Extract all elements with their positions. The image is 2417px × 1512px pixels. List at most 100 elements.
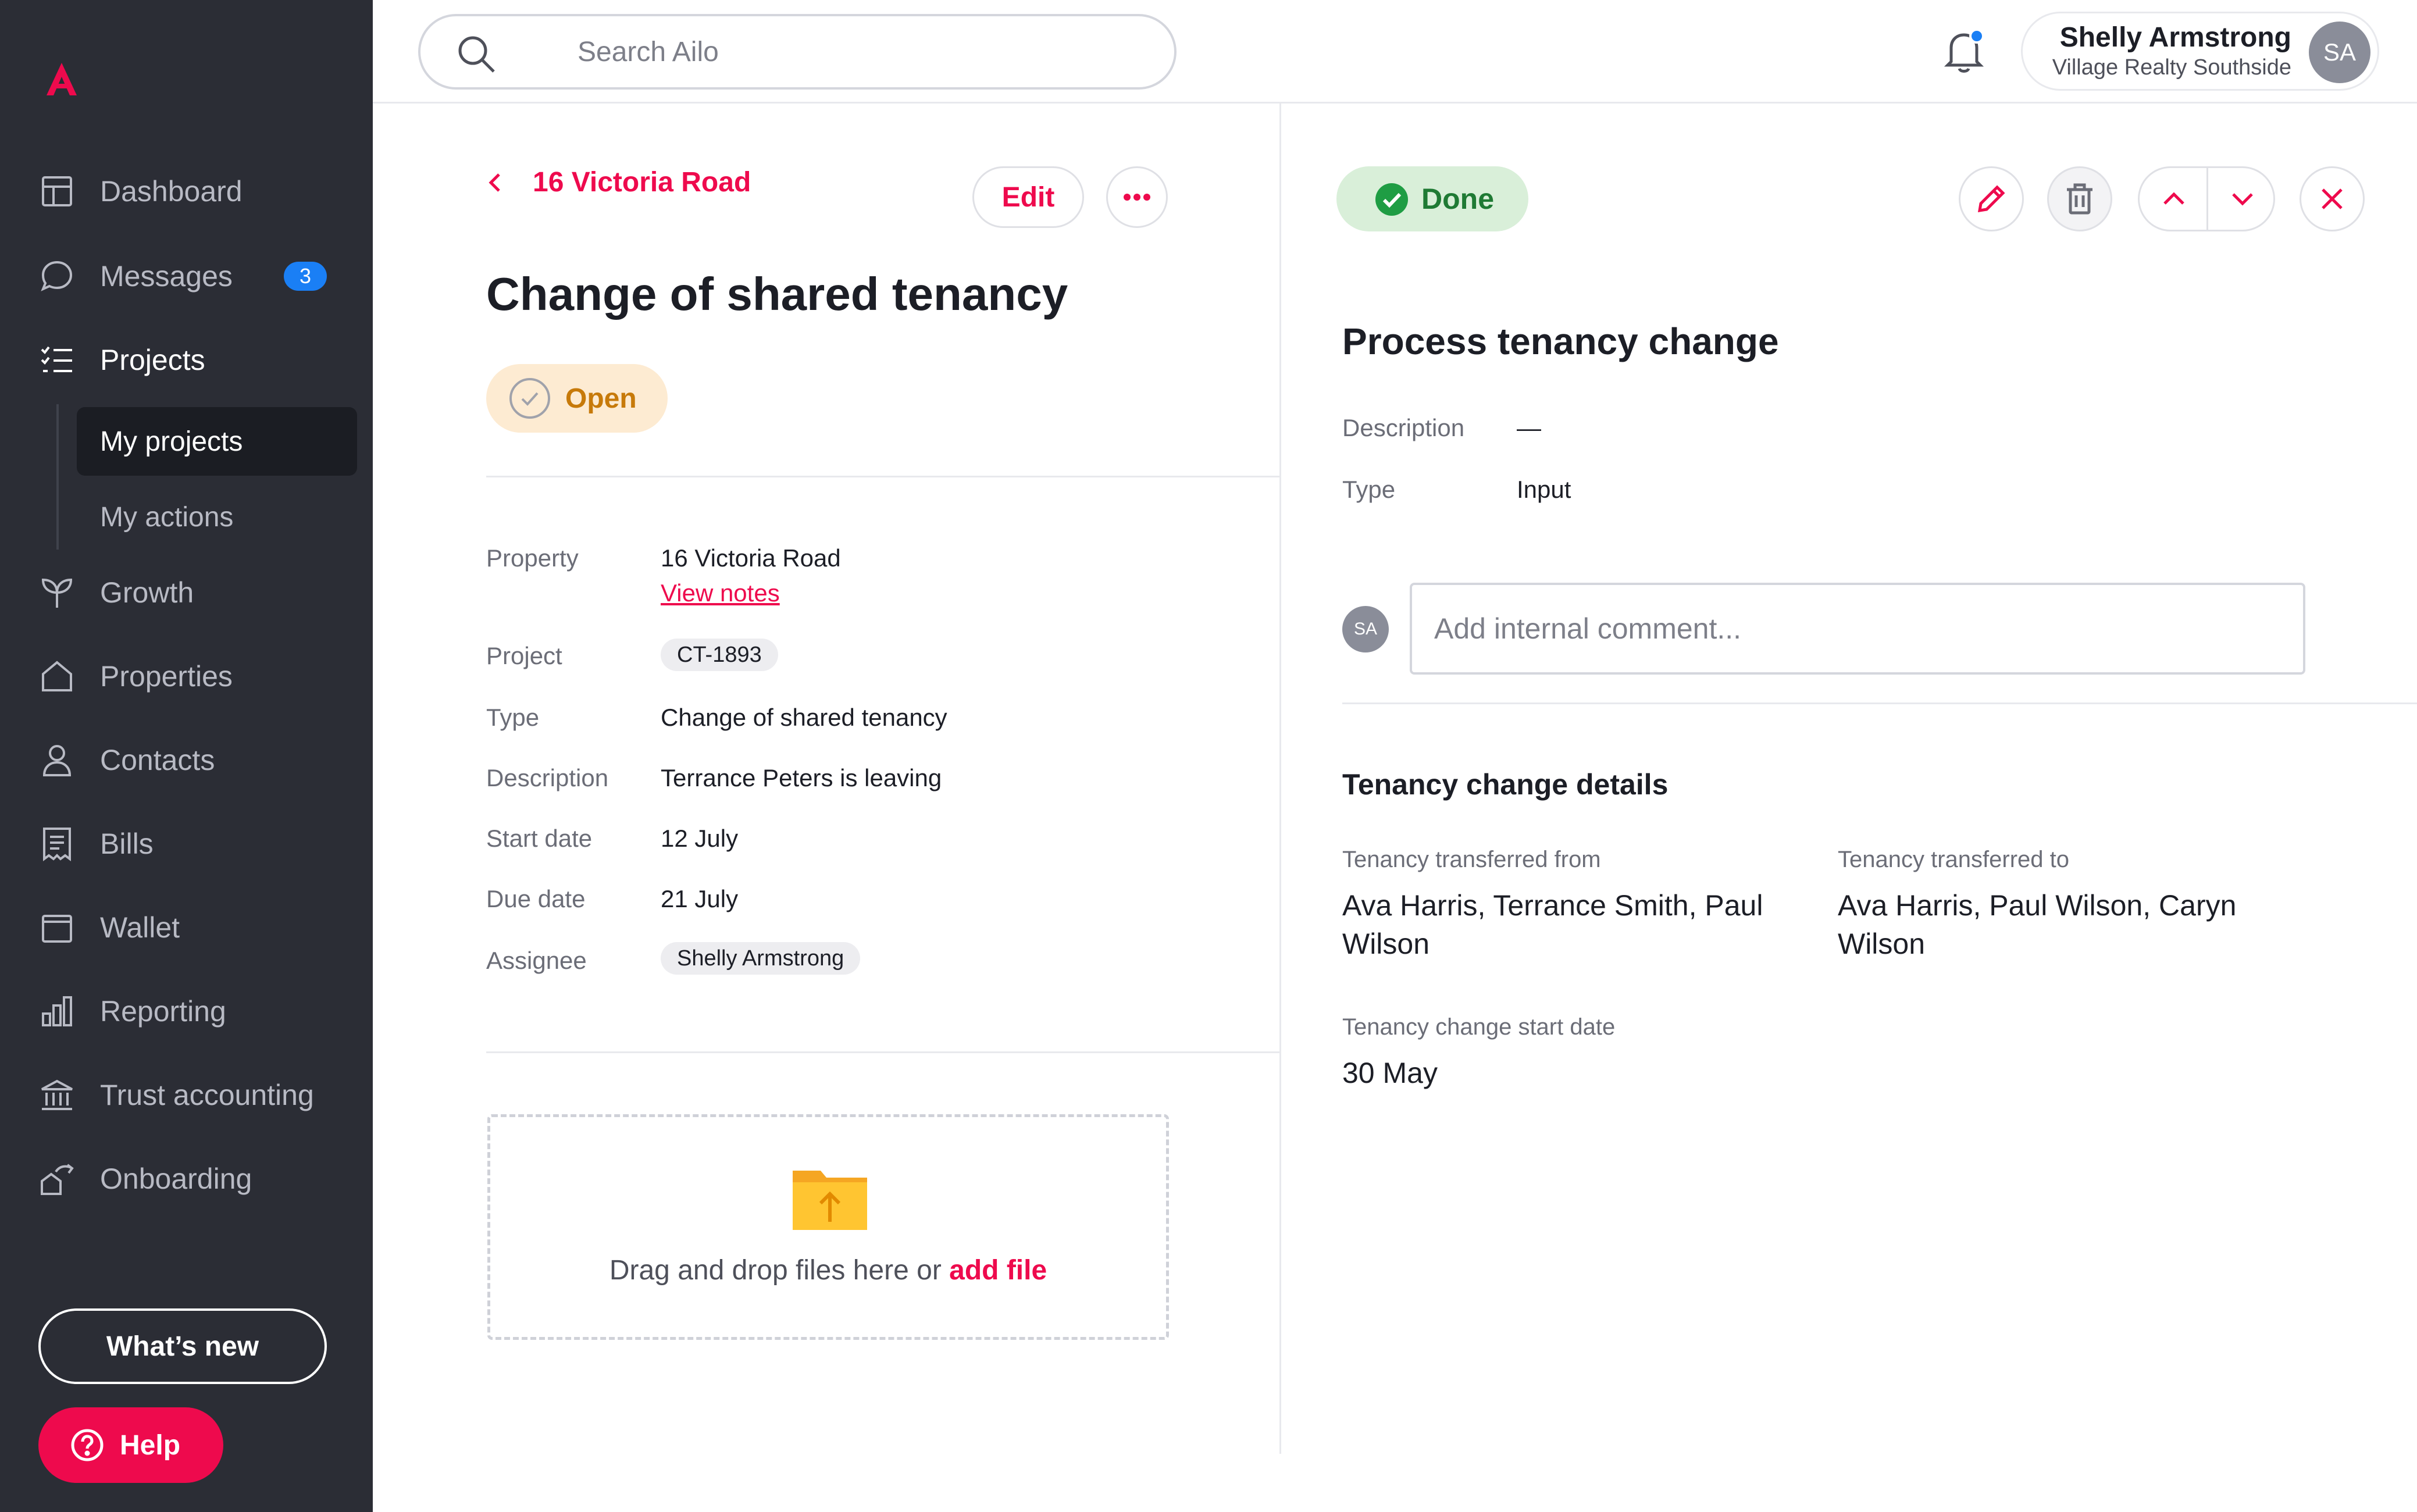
divider	[486, 476, 1279, 477]
transferred-from-label: Tenancy transferred from	[1342, 847, 1601, 872]
task-type-label: Type	[1342, 476, 1396, 503]
sidebar-item-onboarding[interactable]: Onboarding	[0, 1147, 373, 1211]
check-circle-icon	[1375, 183, 1408, 216]
user-name: Shelly Armstrong	[2059, 22, 2291, 53]
transferred-from-value: Ava Harris, Terrance Smith, Paul Wilson	[1342, 889, 1763, 960]
task-description-label: Description	[1342, 414, 1465, 441]
sidebar-item-label: Projects	[100, 344, 205, 376]
search-icon	[458, 36, 495, 73]
status-label: Open	[565, 383, 637, 414]
tenancy-change-details-title: Tenancy change details	[1342, 768, 1669, 801]
sprout-icon	[41, 578, 73, 608]
sidebar-item-messages[interactable]: Messages 3	[0, 244, 373, 308]
sidebar-item-label: Wallet	[100, 911, 180, 944]
folder-upload-icon	[793, 1171, 867, 1230]
trash-icon	[2067, 183, 2092, 215]
divider	[486, 1051, 1279, 1053]
avatar: SA	[2309, 22, 2370, 83]
pencil-icon	[1977, 185, 2005, 213]
question-circle-icon	[71, 1429, 104, 1461]
sidebar-item-label: Onboarding	[100, 1162, 252, 1195]
back-link-label: 16 Victoria Road	[533, 167, 751, 198]
sidebar-item-growth[interactable]: Growth	[0, 561, 373, 625]
ailo-logo-icon[interactable]	[43, 60, 80, 98]
task-type-value: Input	[1517, 476, 1571, 503]
sidebar-item-label: Growth	[100, 576, 194, 609]
more-options-button[interactable]	[1106, 166, 1168, 228]
subnav-item-my-actions[interactable]: My actions	[77, 483, 357, 551]
internal-comment-input[interactable]	[1410, 583, 2305, 675]
more-horizontal-icon	[1124, 194, 1150, 201]
project-id-chip: CT-1893	[661, 639, 778, 671]
house-icon	[42, 661, 72, 691]
sidebar-item-bills[interactable]: Bills	[0, 812, 373, 876]
change-start-date-value: 30 May	[1342, 1057, 1438, 1089]
sidebar-item-properties[interactable]: Properties	[0, 644, 373, 708]
sidebar: Dashboard Messages 3 Projects My project…	[0, 0, 373, 1512]
close-icon	[2322, 188, 2343, 209]
previous-task-button[interactable]	[2140, 168, 2208, 230]
bell-icon	[1944, 28, 1984, 73]
onboarding-icon	[41, 1164, 74, 1195]
description-label: Description	[486, 764, 609, 791]
bank-icon	[41, 1079, 73, 1110]
property-value: 16 Victoria Road	[661, 544, 841, 572]
wallet-icon	[42, 915, 72, 943]
project-label: Project	[486, 642, 562, 669]
add-file-link[interactable]: add file	[949, 1255, 1047, 1286]
notifications-button[interactable]	[1938, 24, 1991, 77]
dropzone-text: Drag and drop files here or add file	[490, 1254, 1166, 1286]
delete-task-button[interactable]	[2047, 166, 2112, 231]
whats-new-button[interactable]: What’s new	[38, 1308, 327, 1384]
task-status-label: Done	[1421, 183, 1494, 215]
view-notes-link[interactable]: View notes	[661, 579, 780, 607]
edit-button[interactable]: Edit	[972, 166, 1084, 228]
top-bar: Shelly Armstrong Village Realty Southsid…	[373, 0, 2417, 104]
sidebar-item-wallet[interactable]: Wallet	[0, 896, 373, 960]
change-start-date-label: Tenancy change start date	[1342, 1014, 1616, 1040]
user-menu[interactable]: Shelly Armstrong Village Realty Southsid…	[2021, 12, 2379, 91]
panel-divider	[1279, 104, 1281, 1454]
edit-task-button[interactable]	[1959, 166, 2024, 231]
sidebar-item-reporting[interactable]: Reporting	[0, 979, 373, 1043]
transferred-to-value: Ava Harris, Paul Wilson, Caryn Wilson	[1838, 889, 2237, 960]
page-title: Change of shared tenancy	[486, 268, 1068, 320]
sidebar-item-trust-accounting[interactable]: Trust accounting	[0, 1063, 373, 1127]
start-date-value: 12 July	[661, 825, 739, 852]
chevron-up-icon	[2163, 192, 2184, 205]
user-organisation: Village Realty Southside	[2052, 55, 2291, 80]
assignee-chip[interactable]: Shelly Armstrong	[661, 942, 861, 975]
bar-chart-icon	[42, 996, 72, 1026]
status-badge[interactable]: Open	[486, 364, 668, 433]
dropzone-instructions: Drag and drop files here or	[609, 1255, 942, 1286]
chevron-left-icon	[489, 173, 500, 192]
task-navigation	[2138, 166, 2275, 231]
search-box[interactable]	[418, 14, 1177, 90]
property-label: Property	[486, 544, 579, 572]
search-input[interactable]	[577, 34, 1147, 70]
task-status-badge[interactable]: Done	[1336, 166, 1528, 231]
file-dropzone[interactable]: Drag and drop files here or add file	[487, 1114, 1169, 1340]
sidebar-item-contacts[interactable]: Contacts	[0, 728, 373, 792]
description-value: Terrance Peters is leaving	[661, 764, 942, 791]
chevron-down-icon	[2231, 193, 2253, 206]
checklist-icon	[41, 346, 72, 372]
type-value: Change of shared tenancy	[661, 704, 947, 731]
sidebar-item-label: Dashboard	[100, 175, 243, 208]
due-date-value: 21 July	[661, 885, 739, 912]
task-title: Process tenancy change	[1342, 320, 1779, 362]
due-date-label: Due date	[486, 885, 586, 912]
divider	[1342, 702, 2417, 704]
receipt-icon	[43, 828, 71, 861]
sidebar-item-label: Bills	[100, 828, 154, 860]
subnav-guide-line	[56, 404, 59, 550]
sidebar-item-dashboard[interactable]: Dashboard	[0, 159, 373, 223]
help-button[interactable]: Help	[38, 1407, 223, 1483]
sidebar-item-projects[interactable]: Projects	[0, 328, 373, 392]
back-link[interactable]: 16 Victoria Road	[484, 166, 751, 198]
close-panel-button[interactable]	[2300, 166, 2365, 231]
help-label: Help	[120, 1429, 181, 1461]
subnav-item-label: My projects	[100, 426, 243, 457]
next-task-button[interactable]	[2208, 168, 2276, 230]
subnav-item-my-projects[interactable]: My projects	[77, 407, 357, 476]
